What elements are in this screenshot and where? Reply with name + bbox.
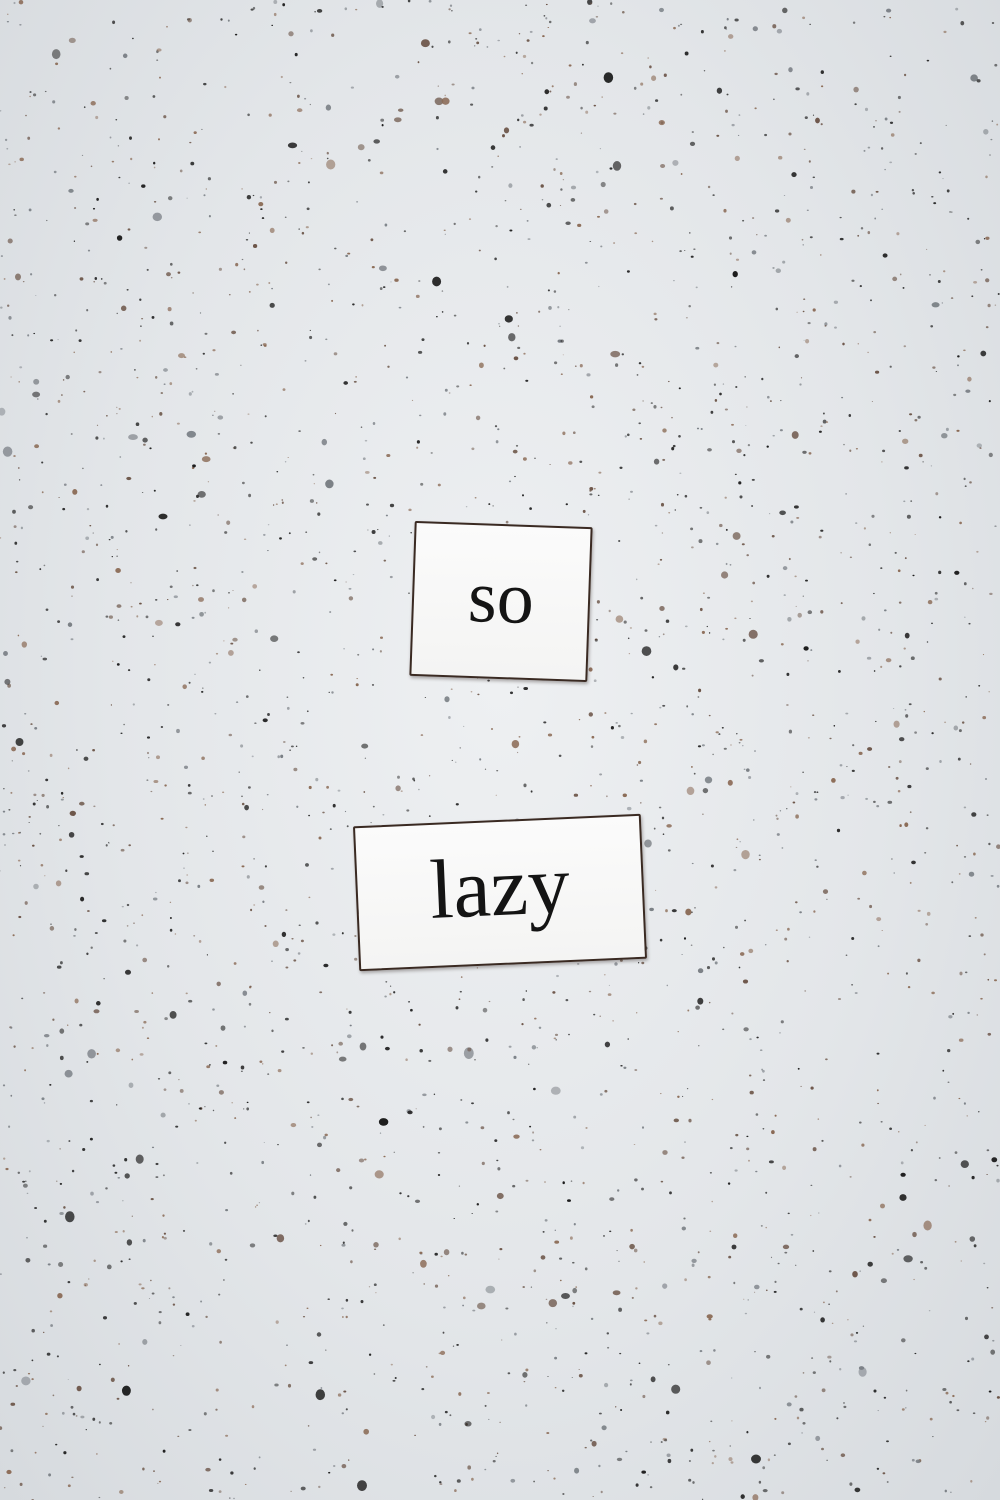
word-magnet-so-text: so [466,555,536,640]
word-magnet-so[interactable]: so [409,520,593,683]
speckled-surface: so lazy [0,0,1000,1500]
word-magnet-lazy-text: lazy [427,837,572,937]
speckle-texture [0,0,1000,1500]
word-magnet-lazy[interactable]: lazy [352,813,648,972]
